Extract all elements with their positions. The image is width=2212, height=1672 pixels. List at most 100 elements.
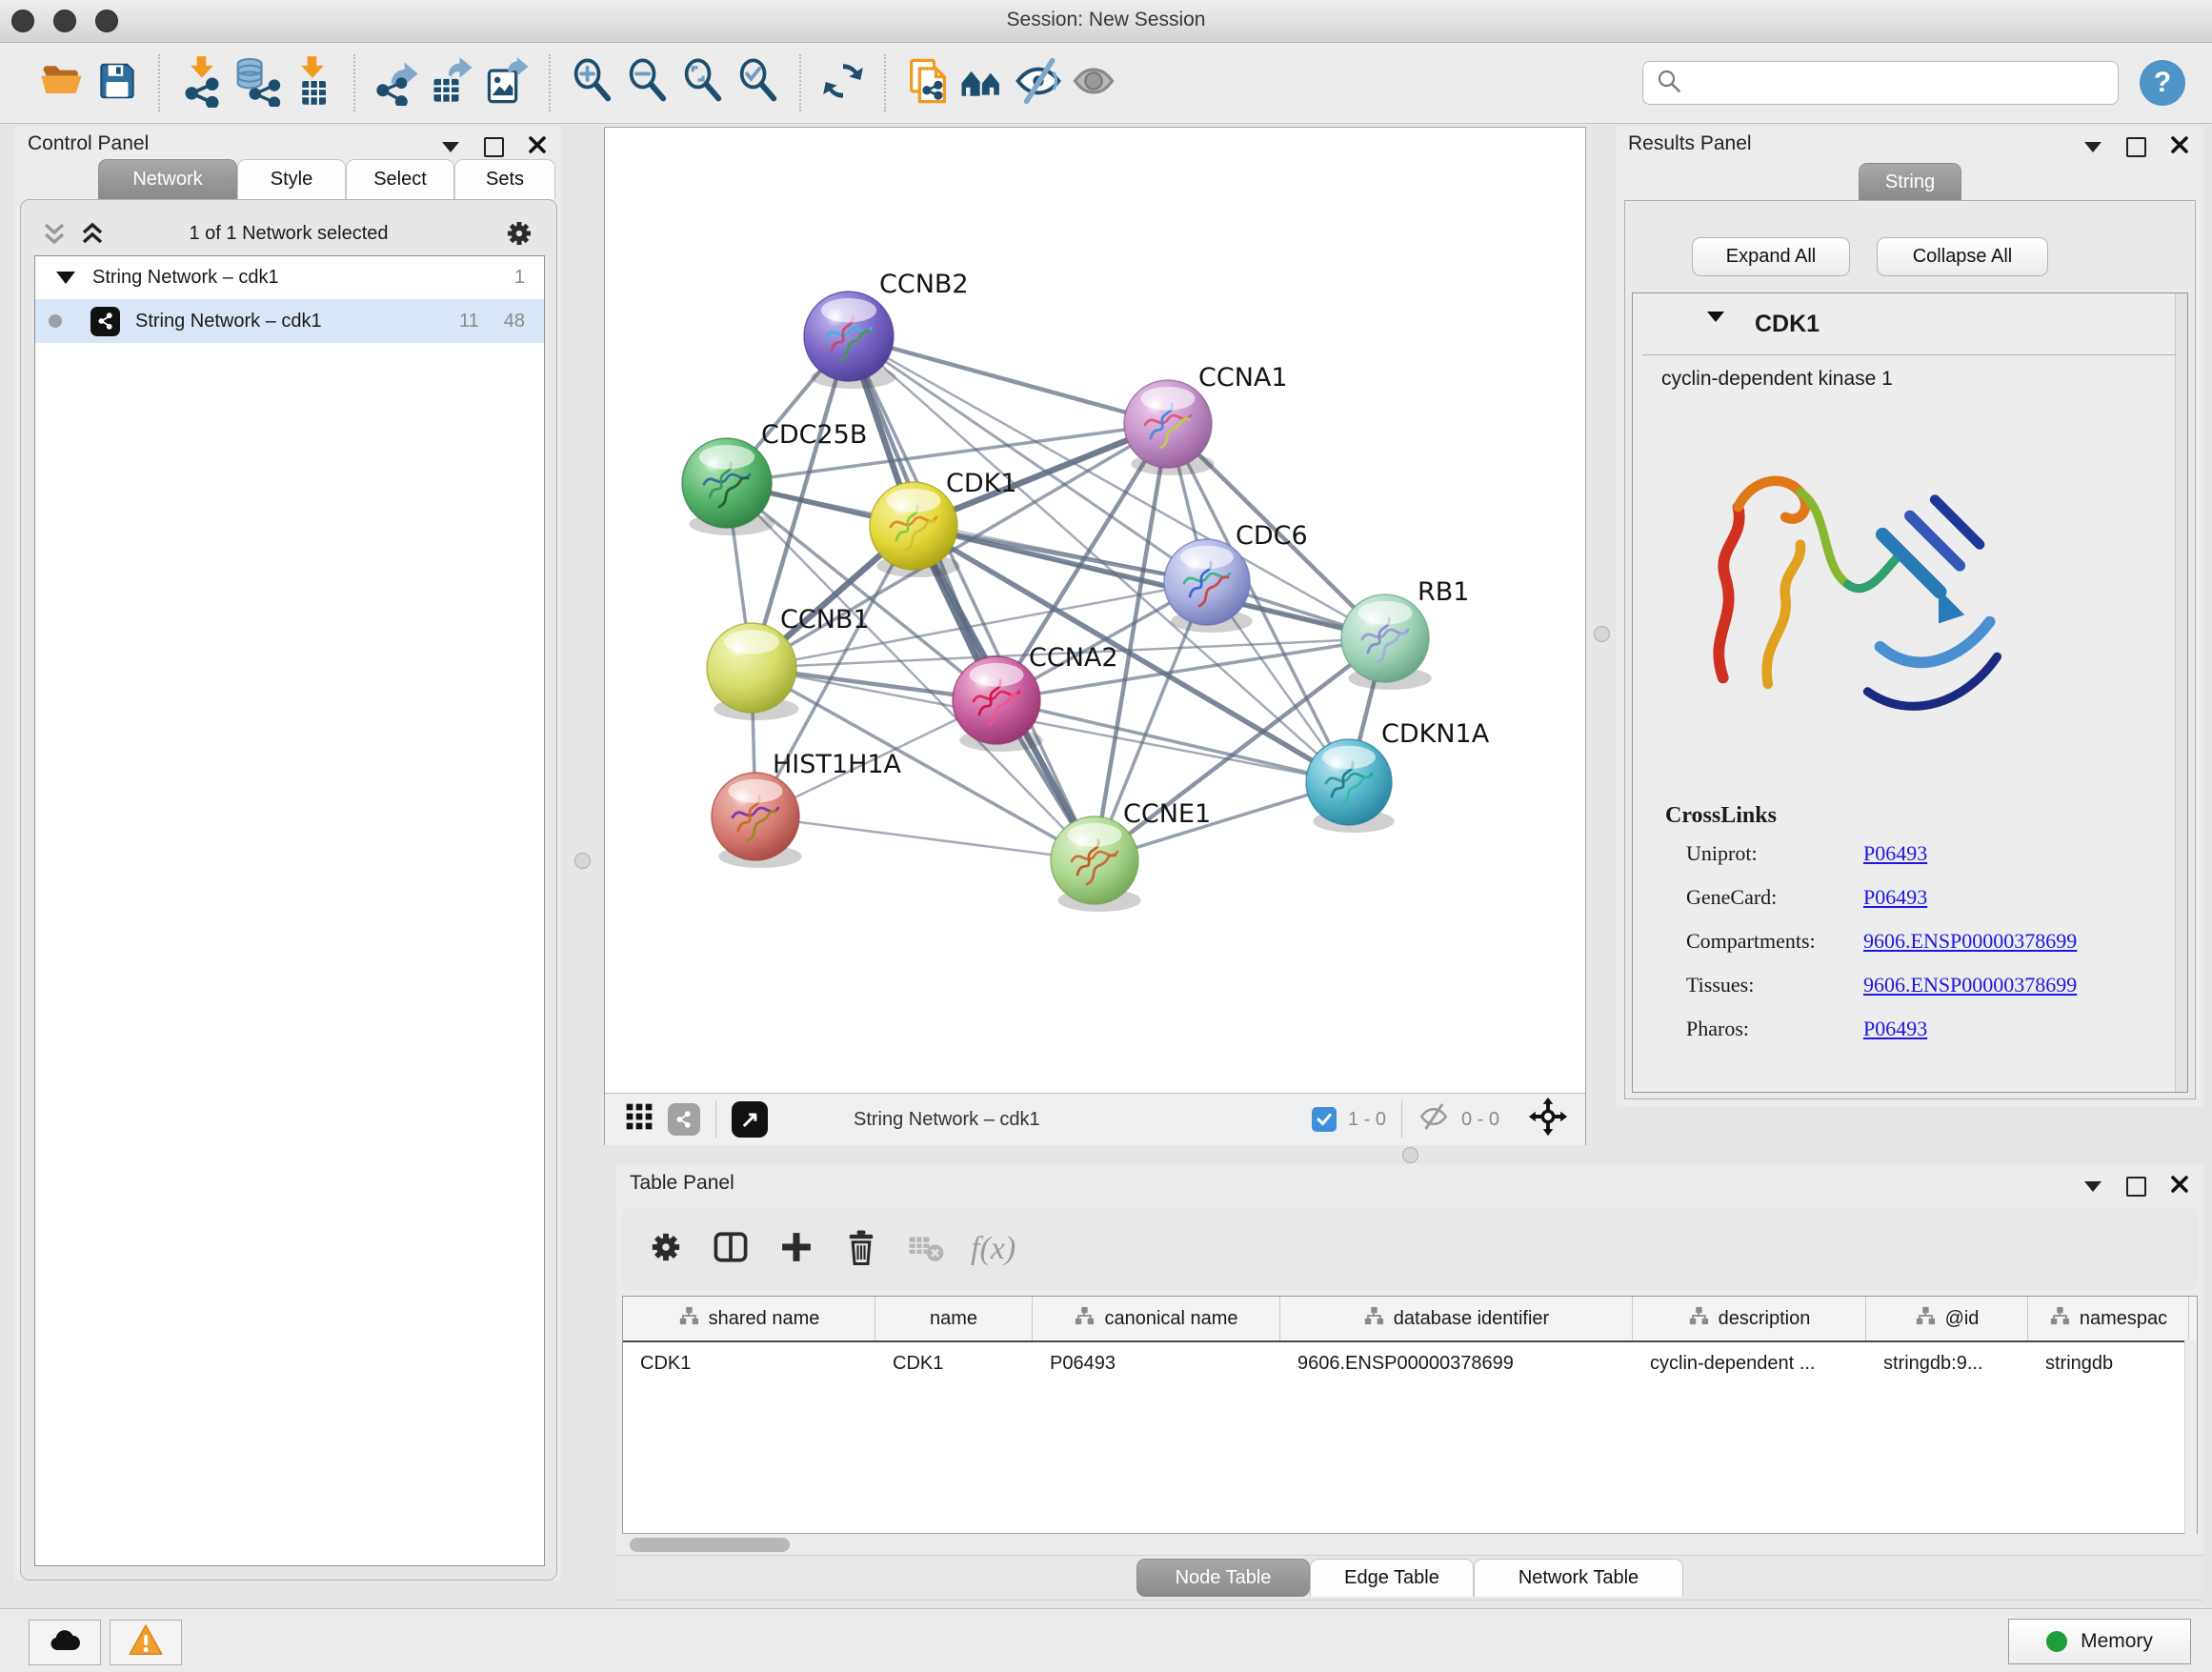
import-network-file-button[interactable] — [174, 52, 230, 113]
network-list: String Network – cdk1 1 String Network –… — [34, 255, 545, 1566]
column-header-description[interactable]: description — [1633, 1297, 1866, 1340]
table-settings-gear-icon[interactable] — [647, 1228, 685, 1271]
scrollbar-thumb[interactable] — [630, 1538, 790, 1552]
node-label: CDKN1A — [1381, 719, 1490, 749]
status-network-name: String Network – cdk1 — [854, 1109, 1040, 1131]
results-scrollbar[interactable] — [2175, 293, 2187, 1092]
column-header-database-identifier[interactable]: database identifier — [1280, 1297, 1633, 1340]
crosslink-value-link[interactable]: 9606.ENSP00000378699 — [1863, 973, 2077, 997]
splitter-handle[interactable] — [1594, 626, 1610, 642]
hide-selected-button[interactable] — [1011, 52, 1066, 113]
tab-string[interactable]: String — [1859, 163, 1961, 201]
network-collection-row[interactable]: String Network – cdk1 1 — [35, 256, 544, 299]
close-panel-icon[interactable] — [2171, 1176, 2188, 1198]
crosslink-value-link[interactable]: 9606.ENSP00000378699 — [1863, 929, 2077, 954]
network-node-CCNA1[interactable]: CCNA1 — [1124, 363, 1288, 475]
import-table-icon — [288, 54, 337, 112]
close-panel-icon[interactable] — [2171, 136, 2188, 158]
network-node-CDKN1A[interactable]: CDKN1A — [1306, 719, 1490, 833]
open-session-button[interactable] — [34, 52, 90, 113]
float-panel-icon[interactable] — [2126, 137, 2146, 157]
export-table-button[interactable] — [425, 52, 480, 113]
collapse-all-button[interactable]: Collapse All — [1877, 237, 2048, 276]
network-edge[interactable] — [1095, 424, 1168, 860]
table-cell[interactable]: CDK1 — [623, 1342, 875, 1384]
panel-menu-icon[interactable] — [2084, 1181, 2101, 1192]
column-header--id[interactable]: @id — [1866, 1297, 2028, 1340]
column-header-shared-name[interactable]: shared name — [623, 1297, 875, 1340]
export-image-button[interactable] — [480, 52, 535, 113]
column-header-canonical-name[interactable]: canonical name — [1033, 1297, 1280, 1340]
collection-expander-icon[interactable] — [56, 272, 75, 284]
tab-select[interactable]: Select — [346, 159, 454, 199]
column-type-tree-icon — [1363, 1305, 1384, 1332]
search-input[interactable] — [1683, 71, 2097, 95]
import-table-button[interactable] — [285, 52, 340, 113]
network-node-RB1[interactable]: RB1 — [1341, 577, 1469, 690]
table-cell[interactable]: P06493 — [1033, 1342, 1280, 1384]
tab-network-table[interactable]: Network Table — [1474, 1559, 1683, 1597]
tab-style[interactable]: Style — [237, 159, 346, 199]
table-horizontal-scrollbar[interactable] — [622, 1534, 2198, 1555]
tab-sets[interactable]: Sets — [454, 159, 555, 199]
zoom-out-button[interactable] — [620, 52, 675, 113]
splitter-handle[interactable] — [1402, 1147, 1418, 1163]
close-panel-icon[interactable] — [529, 136, 546, 158]
zoom-selected-button[interactable] — [731, 52, 786, 113]
memory-button[interactable]: Memory — [2008, 1619, 2191, 1664]
table-cell[interactable]: 9606.ENSP00000378699 — [1280, 1342, 1633, 1384]
clone-network-button[interactable] — [900, 52, 955, 113]
export-network-button[interactable] — [370, 52, 425, 113]
delete-column-trash-icon[interactable] — [841, 1227, 881, 1272]
birds-eye-view-icon[interactable] — [624, 1101, 654, 1138]
save-session-button[interactable] — [90, 52, 145, 113]
network-canvas[interactable]: CCNB2CCNA1CDC25BCDK1CDC6RB1CCNB1CCNA2CDK… — [605, 128, 1585, 1093]
search-box — [1642, 61, 2119, 105]
node-label: CDK1 — [946, 469, 1017, 498]
add-column-icon[interactable] — [776, 1227, 816, 1272]
table-panel: Table Panel f(x) shared namenamecanonica… — [616, 1164, 2203, 1601]
network-edge[interactable] — [755, 816, 1095, 860]
import-network-database-button[interactable] — [230, 52, 285, 113]
table-cell[interactable]: stringdb — [2028, 1342, 2189, 1384]
column-header-name[interactable]: name — [875, 1297, 1033, 1340]
update-network-button[interactable] — [815, 52, 871, 113]
column-label: shared name — [709, 1308, 820, 1330]
first-neighbors-button[interactable] — [955, 52, 1011, 113]
warning-button[interactable] — [110, 1620, 182, 1665]
panel-menu-icon[interactable] — [2084, 142, 2101, 152]
zoom-selected-icon — [734, 56, 783, 111]
crosslink-value-link[interactable]: P06493 — [1863, 885, 1927, 910]
zoom-fit-button[interactable] — [675, 52, 731, 113]
tab-network[interactable]: Network — [98, 159, 237, 199]
network-node-HIST1H1A[interactable]: HIST1H1A — [712, 750, 902, 868]
crosslink-value-link[interactable]: P06493 — [1863, 1017, 1927, 1041]
cloud-status-button[interactable] — [29, 1620, 101, 1665]
selected-checkbox-icon[interactable] — [1312, 1107, 1337, 1132]
help-button[interactable]: ? — [2140, 60, 2185, 106]
float-panel-icon[interactable] — [2126, 1177, 2146, 1197]
zoom-in-button[interactable] — [565, 52, 620, 113]
tab-node-table[interactable]: Node Table — [1136, 1559, 1310, 1597]
splitter-handle[interactable] — [574, 853, 591, 869]
table-cell[interactable]: stringdb:9... — [1866, 1342, 2028, 1384]
column-header-namespac[interactable]: namespac — [2028, 1297, 2189, 1340]
expand-all-button[interactable]: Expand All — [1692, 237, 1850, 276]
table-vertical-scrollbar[interactable] — [2184, 1340, 2197, 1535]
panel-menu-icon[interactable] — [442, 142, 459, 152]
gear-icon[interactable] — [503, 217, 535, 254]
tab-edge-table[interactable]: Edge Table — [1310, 1559, 1474, 1597]
show-all-button[interactable] — [1066, 52, 1121, 113]
float-panel-icon[interactable] — [484, 137, 504, 157]
table-cell[interactable]: CDK1 — [875, 1342, 1033, 1384]
table-cell[interactable]: cyclin-dependent ... — [1633, 1342, 1866, 1384]
network-edge[interactable] — [996, 700, 1349, 782]
pan-crosshair-icon[interactable] — [1528, 1097, 1568, 1142]
network-row-selected[interactable]: String Network – cdk1 11 48 — [35, 299, 544, 343]
show-columns-icon[interactable] — [710, 1226, 752, 1273]
open-in-window-icon[interactable]: ↗ — [732, 1101, 768, 1138]
network-node-CCNB2[interactable]: CCNB2 — [804, 270, 969, 389]
crosslink-value-link[interactable]: P06493 — [1863, 841, 1927, 866]
table-row[interactable]: CDK1CDK1P064939606.ENSP00000378699cyclin… — [623, 1342, 2197, 1384]
network-node-CDK1[interactable]: CDK1 — [870, 469, 1017, 577]
